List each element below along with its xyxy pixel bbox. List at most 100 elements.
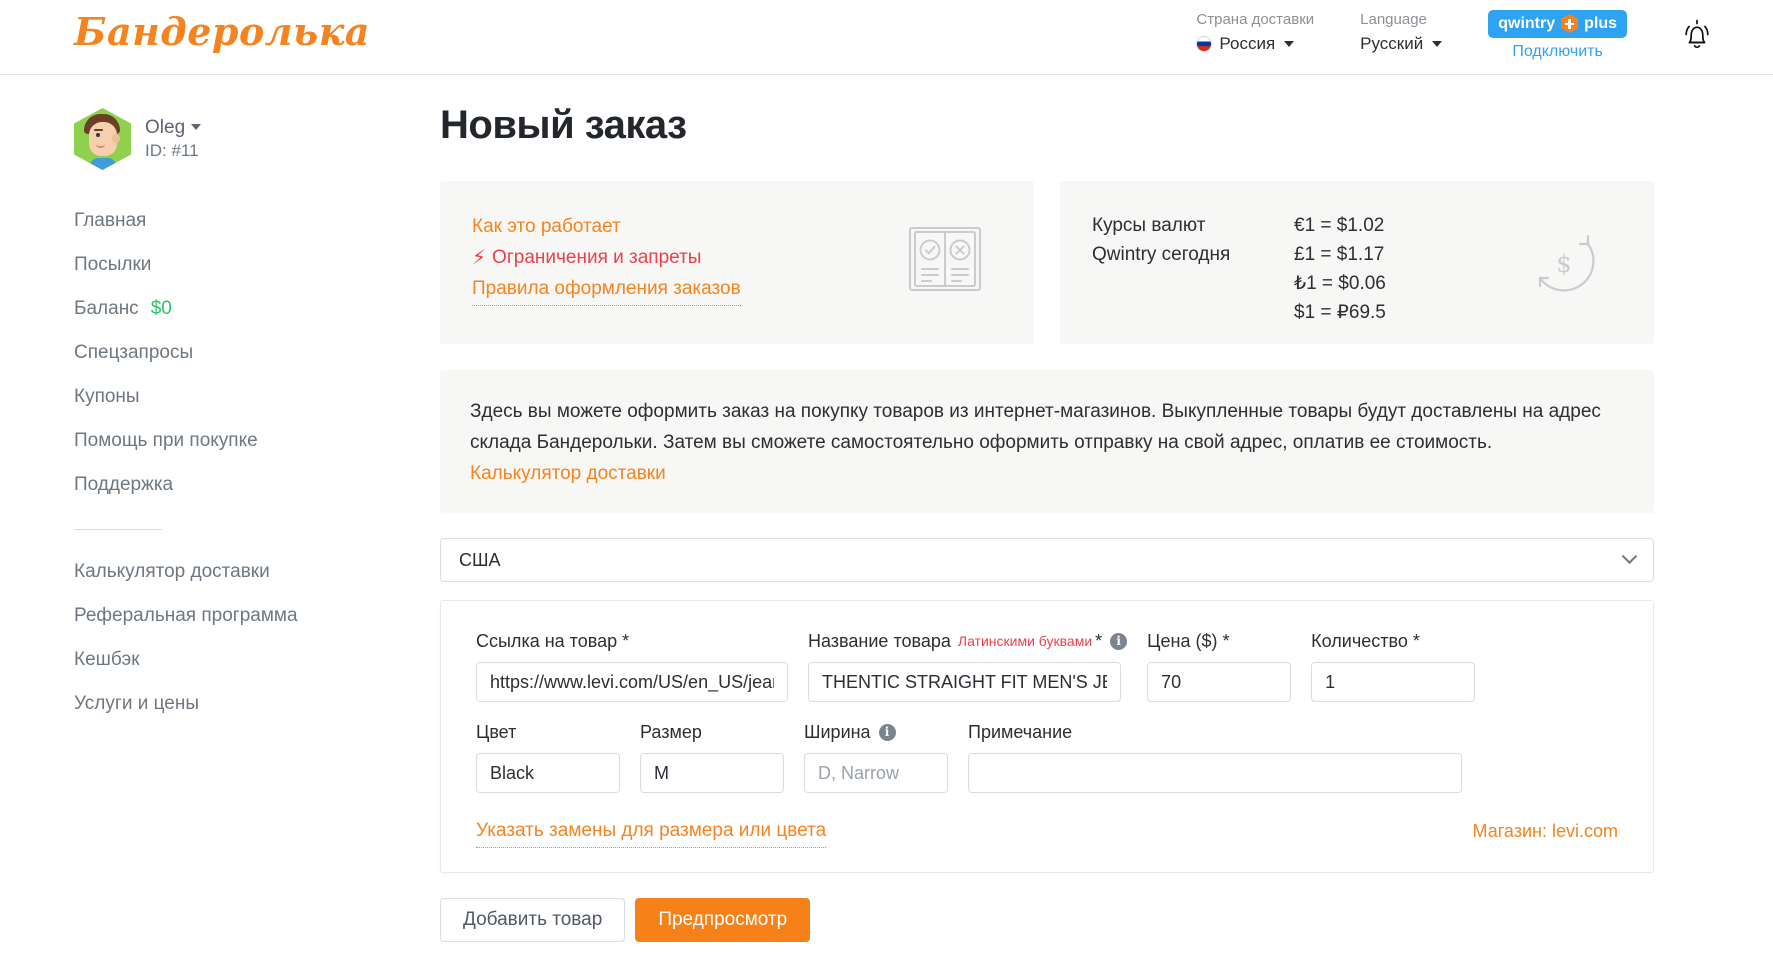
user-name-dropdown[interactable]: Oleg: [145, 116, 202, 139]
avatar: [74, 108, 131, 170]
app-header: Бандеролька Страна доставки Россия Langu…: [0, 0, 1773, 75]
product-color-label: Цвет: [476, 722, 517, 742]
country-select[interactable]: США: [440, 538, 1654, 582]
item-form-bottom-row: Указать замены для размера или цвета Маг…: [476, 815, 1618, 848]
preview-button[interactable]: Предпросмотр: [635, 898, 811, 942]
product-name-input[interactable]: [808, 662, 1121, 702]
product-width-label: Ширина i: [804, 720, 948, 744]
sidebar-divider: [74, 529, 162, 530]
shop-label: Магазин: levi.com: [1472, 821, 1618, 841]
product-quantity-input[interactable]: [1311, 662, 1476, 702]
chevron-down-icon: [1621, 547, 1638, 564]
qwintry-plus-badge[interactable]: qwintry plus: [1488, 10, 1627, 38]
shipping-country-label: Страна доставки: [1196, 11, 1315, 28]
product-url-group: Ссылка на товар *: [476, 629, 788, 702]
svg-text:$: $: [1556, 250, 1571, 278]
chevron-down-icon: [1432, 41, 1443, 47]
lightning-icon: ⚡: [472, 246, 487, 269]
product-url-input[interactable]: [476, 662, 788, 702]
user-id: ID: #11: [145, 140, 199, 160]
sidebar-item-shipping-calculator[interactable]: Калькулятор доставки: [74, 550, 440, 594]
currency-rates-list: €1 = $1.02 £1 = $1.17 ₺1 = $0.06 $1 = ₽6…: [1294, 211, 1386, 327]
currency-refresh-icon: $: [1526, 226, 1602, 303]
qwintry-plus-brand: qwintry: [1498, 14, 1556, 32]
sidebar-item-services-and-prices[interactable]: Услуги и цены: [74, 682, 440, 726]
info-icon[interactable]: i: [1110, 632, 1128, 650]
chevron-down-icon: [191, 124, 202, 130]
product-quantity-group: Количество *: [1311, 629, 1476, 702]
header-right-controls: Страна доставки Россия Language Русский …: [1196, 0, 1773, 75]
product-quantity-label: Количество *: [1311, 631, 1420, 651]
order-description-box: Здесь вы можете оформить заказ на покупк…: [440, 370, 1654, 513]
product-name-label-text: Название товара: [808, 631, 951, 651]
shipping-country-value-row[interactable]: Россия: [1196, 33, 1314, 55]
sidebar-nav: Главная Посылки Баланс $0 Спецзапросы Куп…: [0, 199, 440, 726]
info-cards-row: Как это работает ⚡ Ограничения и запреты…: [440, 181, 1713, 344]
currency-rate-try: ₺1 = $0.06: [1294, 273, 1386, 294]
shipping-country-selector[interactable]: Страна доставки Россия: [1196, 10, 1314, 55]
language-selector[interactable]: Language Русский: [1360, 10, 1443, 55]
item-form-card: Ссылка на товар * Название товара Латинс…: [440, 600, 1654, 873]
product-color-group: Цвет: [476, 720, 620, 793]
sidebar-item-cashback[interactable]: Кешбэк: [74, 638, 440, 682]
sidebar-item-referral-program[interactable]: Реферальная программа: [74, 594, 440, 638]
item-form-row-1: Ссылка на товар * Название товара Латинс…: [476, 629, 1618, 702]
sidebar-item-coupons[interactable]: Купоны: [74, 375, 440, 419]
ru-flag-icon: [1196, 36, 1213, 52]
sidebar-item-support[interactable]: Поддержка: [74, 463, 440, 507]
open-book-icon: [906, 224, 984, 299]
currency-rates-title: Курсы валют Qwintry сегодня: [1092, 215, 1231, 265]
page-title: Новый заказ: [440, 103, 687, 147]
product-width-input[interactable]: [804, 753, 948, 793]
product-color-input[interactable]: [476, 753, 620, 793]
product-name-label: Название товара Латинскими буквами * i: [808, 629, 1128, 653]
product-note-label: Примечание: [968, 722, 1073, 742]
add-item-button[interactable]: Добавить товар: [440, 898, 626, 942]
brand-logo[interactable]: Бандеролька: [74, 9, 370, 54]
qwintry-plus-connect-link[interactable]: Подключить: [1488, 43, 1627, 61]
shipping-country-value: Россия: [1219, 34, 1276, 53]
product-size-group: Размер: [640, 720, 784, 793]
language-value: Русский: [1360, 34, 1424, 53]
product-note-input[interactable]: [968, 753, 1462, 793]
restrictions-link[interactable]: ⚡ Ограничения и запреты: [472, 242, 701, 273]
sidebar-item-home[interactable]: Главная: [74, 199, 440, 243]
product-price-input[interactable]: [1147, 662, 1292, 702]
main-content: Новый заказ Как это работает ⚡ Ограничен…: [440, 75, 1773, 942]
form-actions: Добавить товар Предпросмотр: [440, 898, 1713, 942]
restrictions-link-label: Ограничения и запреты: [492, 247, 702, 268]
currency-rate-rub: $1 = ₽69.5: [1294, 302, 1386, 323]
product-size-input[interactable]: [640, 753, 784, 793]
qwintry-plus-block: qwintry plus Подключить: [1488, 10, 1627, 61]
order-rules-link[interactable]: Правила оформления заказов: [472, 273, 741, 306]
info-icon[interactable]: i: [878, 723, 896, 741]
language-value-row[interactable]: Русский: [1360, 33, 1443, 55]
user-profile-block[interactable]: Oleg ID: #11: [0, 75, 440, 170]
chevron-down-icon: [1284, 41, 1295, 47]
sidebar-item-special-requests[interactable]: Спецзапросы: [74, 331, 440, 375]
how-it-works-card: Как это работает ⚡ Ограничения и запреты…: [440, 181, 1034, 344]
language-label: Language: [1360, 11, 1427, 28]
product-note-group: Примечание: [968, 720, 1462, 793]
sidebar-item-purchase-help[interactable]: Помощь при покупке: [74, 419, 440, 463]
sidebar-item-balance[interactable]: Баланс $0: [74, 287, 440, 331]
sidebar-item-parcels[interactable]: Посылки: [74, 243, 440, 287]
hexagon-plus-icon: [1561, 14, 1579, 33]
shipping-calculator-link[interactable]: Калькулятор доставки: [470, 458, 666, 489]
notifications-button[interactable]: [1681, 10, 1713, 57]
product-url-label: Ссылка на товар *: [476, 631, 630, 651]
currency-rate-gbp: £1 = $1.17: [1294, 244, 1385, 265]
qwintry-plus-suffix: plus: [1584, 14, 1617, 32]
sidebar-balance-value: $0: [150, 298, 172, 319]
sidebar: Oleg ID: #11 Главная Посылки Баланс $0 Сп…: [0, 75, 440, 942]
product-price-label: Цена ($) *: [1147, 631, 1230, 651]
sidebar-item-balance-label: Баланс: [74, 298, 139, 319]
how-it-works-link[interactable]: Как это работает: [472, 211, 621, 242]
currency-rates-card: Курсы валют Qwintry сегодня €1 = $1.02 £…: [1060, 181, 1654, 344]
specify-substitutes-link[interactable]: Указать замены для размера или цвета: [476, 815, 827, 848]
product-name-group: Название товара Латинскими буквами * i: [808, 629, 1128, 702]
product-size-label: Размер: [640, 722, 702, 742]
page-body: Oleg ID: #11 Главная Посылки Баланс $0 Сп…: [0, 75, 1773, 942]
country-select-value: США: [459, 549, 501, 570]
product-width-group: Ширина i: [804, 720, 948, 793]
